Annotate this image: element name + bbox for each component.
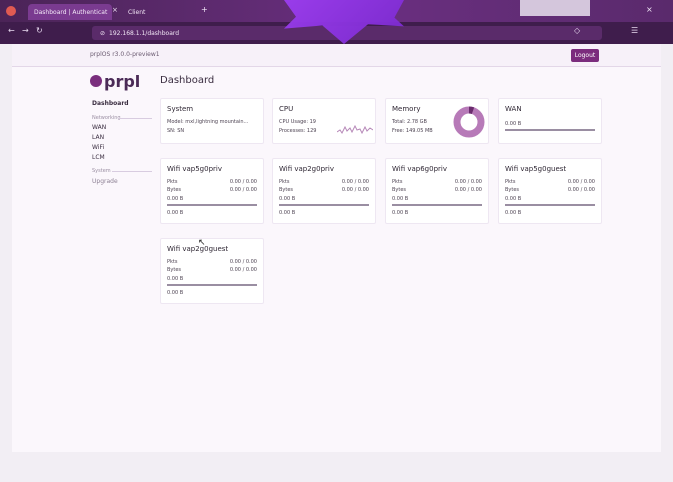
- sidebar-item-dashboard[interactable]: Dashboard: [92, 100, 129, 107]
- window-close-icon[interactable]: ×: [646, 5, 653, 14]
- card-title: Wifi vap6g0priv: [392, 165, 447, 173]
- card-title: CPU: [279, 105, 294, 113]
- system-serial: SN: SN: [167, 128, 185, 134]
- traffic-bar: [167, 284, 257, 286]
- tx-total: 0.00 B: [167, 276, 184, 282]
- firefox-icon: [6, 6, 16, 16]
- wifi-card: Wifi vap2g0priv Pkts 0.00 / 0.00 Bytes 0…: [272, 158, 376, 224]
- wan-card: WAN 0.00 B: [498, 98, 602, 144]
- system-card: System Model: mxl,lightning mountain... …: [160, 98, 264, 144]
- rx-total: 0.00 B: [279, 210, 296, 216]
- wifi-card: Wifi vap2g0guest Pkts 0.00 / 0.00 Bytes …: [160, 238, 264, 304]
- reload-icon[interactable]: ↻: [36, 26, 43, 35]
- sidebar-divider: [118, 118, 152, 119]
- bytes-value: 0.00 / 0.00: [454, 187, 482, 193]
- memory-free: Free: 149.05 MB: [392, 128, 433, 134]
- rx-total: 0.00 B: [392, 210, 409, 216]
- card-title: Wifi vap2g0priv: [279, 165, 334, 173]
- rx-total: 0.00 B: [167, 210, 184, 216]
- memory-total: Total: 2.78 GB: [392, 119, 427, 125]
- sidebar-item-upgrade[interactable]: Upgrade: [92, 178, 118, 185]
- tx-total: 0.00 B: [505, 196, 522, 202]
- bytes-value: 0.00 / 0.00: [229, 187, 257, 193]
- pkts-label: Pkts: [167, 259, 178, 265]
- bytes-label: Bytes: [279, 187, 294, 193]
- overlay-panel: [520, 0, 590, 16]
- page-bottom-margin: [12, 452, 661, 482]
- rx-total: 0.00 B: [167, 290, 184, 296]
- cpu-usage: CPU Usage: 19: [279, 119, 316, 125]
- traffic-bar: [279, 204, 369, 206]
- mouse-cursor-icon: ↖: [198, 238, 206, 248]
- memory-ring-chart: [453, 106, 485, 138]
- page-title: Dashboard: [160, 75, 215, 86]
- forward-icon[interactable]: →: [22, 26, 29, 35]
- lock-icon: ⊘: [100, 29, 106, 37]
- pkts-label: Pkts: [505, 179, 516, 185]
- tx-total: 0.00 B: [279, 196, 296, 202]
- bytes-label: Bytes: [167, 267, 182, 273]
- sidebar-item-lcm[interactable]: LCM: [92, 154, 105, 161]
- close-tab-icon[interactable]: ×: [112, 6, 118, 14]
- cpu-sparkline: [337, 124, 373, 135]
- system-model: Model: mxl,lightning mountain...: [167, 119, 249, 125]
- new-tab-icon[interactable]: +: [201, 5, 208, 14]
- shield-icon[interactable]: ◇: [574, 26, 580, 35]
- bytes-label: Bytes: [392, 187, 407, 193]
- tx-total: 0.00 B: [167, 196, 184, 202]
- card-title: Wifi vap5g0priv: [167, 165, 222, 173]
- traffic-bar: [167, 204, 257, 206]
- bytes-value: 0.00 / 0.00: [567, 187, 595, 193]
- logo: prpl: [104, 72, 141, 91]
- pkts-value: 0.00 / 0.00: [229, 259, 257, 265]
- wifi-card: Wifi vap5g0guest Pkts 0.00 / 0.00 Bytes …: [498, 158, 602, 224]
- card-title: Memory: [392, 105, 421, 113]
- sidebar-item-wan[interactable]: WAN: [92, 124, 106, 131]
- extensions-icon[interactable]: ☰: [631, 26, 638, 35]
- traffic-bar: [505, 204, 595, 206]
- logout-button[interactable]: Logout: [571, 49, 599, 62]
- bytes-label: Bytes: [505, 187, 520, 193]
- bytes-label: Bytes: [167, 187, 182, 193]
- sidebar-heading-system: System: [92, 168, 111, 174]
- prpl-logo-icon: [90, 75, 102, 87]
- wan-traffic: 0.00 B: [505, 121, 522, 127]
- pkts-value: 0.00 / 0.00: [341, 179, 369, 185]
- sidebar-item-wifi[interactable]: WiFi: [92, 144, 104, 151]
- pkts-value: 0.00 / 0.00: [567, 179, 595, 185]
- bytes-value: 0.00 / 0.00: [341, 187, 369, 193]
- app-version: prplOS r3.0.0-preview1: [90, 51, 160, 58]
- cpu-card: CPU CPU Usage: 19 Processes: 129: [272, 98, 376, 144]
- card-title: Wifi vap5g0guest: [505, 165, 567, 173]
- pkts-value: 0.00 / 0.00: [229, 179, 257, 185]
- traffic-bar: [392, 204, 482, 206]
- sidebar-item-lan[interactable]: LAN: [92, 134, 104, 141]
- bytes-value: 0.00 / 0.00: [229, 267, 257, 273]
- sidebar-heading-networking: Networking: [92, 115, 121, 121]
- pkts-value: 0.00 / 0.00: [454, 179, 482, 185]
- card-title: WAN: [505, 105, 522, 113]
- rx-total: 0.00 B: [505, 210, 522, 216]
- wifi-card: Wifi vap6g0priv Pkts 0.00 / 0.00 Bytes 0…: [385, 158, 489, 224]
- wifi-card: Wifi vap5g0priv Pkts 0.00 / 0.00 Bytes 0…: [160, 158, 264, 224]
- pkts-label: Pkts: [279, 179, 290, 185]
- back-icon[interactable]: ←: [8, 26, 15, 35]
- pkts-label: Pkts: [167, 179, 178, 185]
- cpu-processes: Processes: 129: [279, 128, 317, 134]
- pkts-label: Pkts: [392, 179, 403, 185]
- card-title: System: [167, 105, 194, 113]
- memory-card: Memory Total: 2.78 GB Free: 149.05 MB: [385, 98, 489, 144]
- tab-client[interactable]: Client: [122, 4, 194, 20]
- tab-dashboard[interactable]: Dashboard | Authenticat: [28, 4, 112, 20]
- sidebar-divider: [112, 171, 152, 172]
- tx-total: 0.00 B: [392, 196, 409, 202]
- wan-bar: [505, 129, 595, 131]
